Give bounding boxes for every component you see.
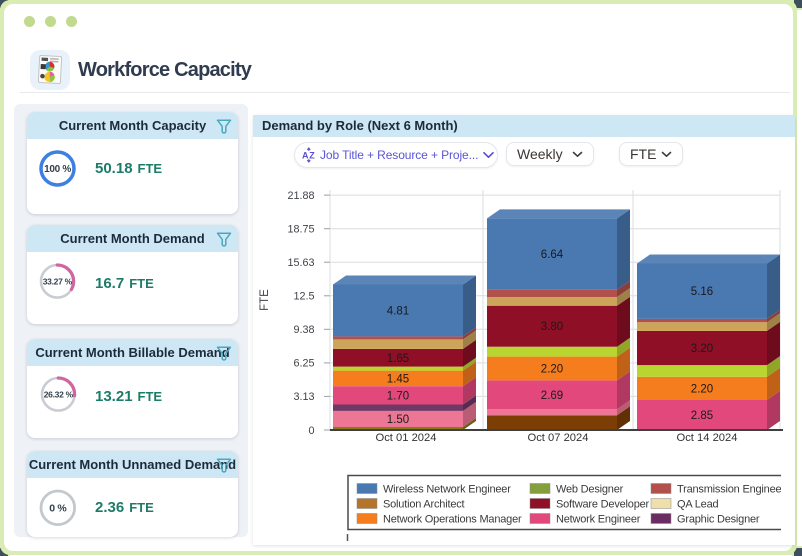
svg-text:Web Designer: Web Designer	[556, 484, 624, 496]
svg-text:Oct 01 2024: Oct 01 2024	[376, 432, 437, 444]
svg-text:Transmission Engineer: Transmission Engineer	[677, 484, 785, 496]
svg-text:1.50: 1.50	[387, 414, 409, 426]
svg-text:1.65: 1.65	[387, 353, 409, 365]
svg-text:FTE: FTE	[259, 289, 271, 311]
svg-text:QA Lead: QA Lead	[677, 499, 718, 511]
svg-text:Network Engineer: Network Engineer	[556, 514, 641, 526]
svg-text:Oct 14 2024: Oct 14 2024	[677, 432, 738, 444]
svg-text:26.32 %: 26.32 %	[43, 390, 73, 400]
svg-text:2.20: 2.20	[691, 383, 713, 395]
svg-text:Oct 07 2024: Oct 07 2024	[528, 432, 589, 444]
svg-text:18.75: 18.75	[287, 224, 314, 236]
svg-text:Graphic Designer: Graphic Designer	[677, 514, 760, 526]
svg-text:1.70: 1.70	[387, 390, 409, 402]
svg-text:5.16: 5.16	[691, 286, 713, 298]
svg-text:4.81: 4.81	[387, 305, 409, 317]
svg-text:21.88: 21.88	[287, 190, 314, 202]
svg-text:1.45: 1.45	[387, 373, 409, 385]
svg-text:0: 0	[308, 425, 314, 437]
svg-text:Software Developer: Software Developer	[556, 499, 650, 511]
svg-text:33.27 %: 33.27 %	[43, 277, 73, 287]
svg-text:3.80: 3.80	[541, 321, 563, 333]
svg-text:6.25: 6.25	[293, 358, 314, 370]
svg-text:15.63: 15.63	[287, 257, 314, 269]
svg-text:Solution Architect: Solution Architect	[383, 499, 465, 511]
svg-text:12.5: 12.5	[293, 291, 314, 303]
svg-text:100 %: 100 %	[44, 164, 71, 175]
svg-text:Network Operations Manager: Network Operations Manager	[383, 514, 522, 526]
svg-text:2.20: 2.20	[541, 364, 563, 376]
svg-text:2.69: 2.69	[541, 390, 563, 402]
svg-text:0 %: 0 %	[49, 502, 67, 514]
svg-text:2.85: 2.85	[691, 410, 713, 422]
svg-text:Wireless Network Engineer: Wireless Network Engineer	[383, 484, 511, 496]
svg-text:9.38: 9.38	[293, 324, 314, 336]
svg-text:3.20: 3.20	[691, 343, 713, 355]
svg-text:3.13: 3.13	[293, 391, 314, 403]
svg-text:6.64: 6.64	[541, 249, 564, 261]
